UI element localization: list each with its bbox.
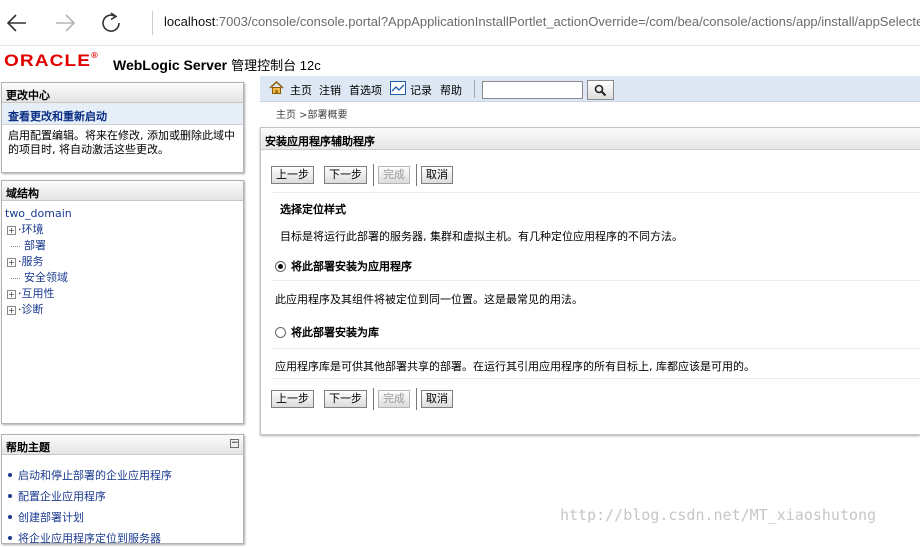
radio-unselected[interactable] xyxy=(275,327,286,338)
change-center-text: 启用配置编辑。将来在修改, 添加或删除此域中的项目时, 将自动激活这些更改。 xyxy=(8,129,235,156)
search-button[interactable] xyxy=(587,80,614,100)
divider xyxy=(271,280,920,281)
assistant-title: 安装应用程序辅助程序 xyxy=(261,128,920,150)
preferences-link[interactable]: 首选项 xyxy=(349,82,382,98)
button-divider xyxy=(373,388,374,410)
back-button[interactable] xyxy=(4,10,30,36)
button-divider xyxy=(416,164,417,186)
tree-item-diagnostics[interactable]: + · 诊断 xyxy=(5,302,243,318)
breadcrumb[interactable]: 主页 >部署概要 xyxy=(276,106,348,121)
tree-item-environment[interactable]: + · 环境 xyxy=(5,222,243,238)
console-toolbar: 主页 注销 首选项 记录 帮助 xyxy=(260,76,920,102)
tree-item-security-realms[interactable]: 安全领域 xyxy=(5,270,243,286)
section-description: 目标是将运行此部署的服务器, 集群和虚拟主机。有几种定位应用程序的不同方法。 xyxy=(280,230,683,243)
console-header: ORACLE® WebLogic Server 管理控制台 12c xyxy=(0,47,920,75)
expand-icon[interactable]: + xyxy=(7,225,16,235)
tree-item-deployments[interactable]: 部署 xyxy=(5,238,243,254)
help-topic-item[interactable]: 创建部署计划 xyxy=(8,506,243,527)
divider xyxy=(271,348,920,349)
collapse-icon[interactable]: − xyxy=(230,439,239,448)
button-divider xyxy=(373,164,374,186)
bottom-button-bar: 上一步 下一步 完成 取消 xyxy=(271,388,463,410)
home-icon[interactable] xyxy=(269,80,284,95)
expand-icon[interactable]: + xyxy=(7,289,16,299)
product-title: WebLogic Server 管理控制台 12c xyxy=(113,57,321,73)
forward-button[interactable] xyxy=(52,10,78,36)
help-link[interactable]: 帮助 xyxy=(440,82,462,98)
install-as-application-option[interactable]: 将此部署安装为应用程序 xyxy=(275,258,412,274)
help-topic-item[interactable]: 将企业应用程序定位到服务器 xyxy=(8,527,243,548)
tree-root-domain[interactable]: two_domain xyxy=(5,206,72,222)
toolbar-divider xyxy=(474,80,475,98)
record-icon[interactable] xyxy=(390,81,406,95)
browser-toolbar: localhost:7003/console/console.portal?Ap… xyxy=(0,0,920,46)
button-divider xyxy=(416,388,417,410)
tree-connector xyxy=(11,245,20,247)
help-topics-list: 启动和停止部署的企业应用程序 配置企业应用程序 创建部署计划 将企业应用程序定位… xyxy=(2,455,243,548)
logout-link[interactable]: 注销 xyxy=(319,82,341,98)
back-arrow-icon xyxy=(6,14,26,32)
domain-tree: two_domain + · 环境 部署 + · 服务 安全领域 + · 互用性 + · 诊断 xyxy=(2,201,243,318)
forward-arrow-icon xyxy=(56,14,76,32)
change-center-panel: 更改中心 查看更改和重新启动 启用配置编辑。将来在修改, 添加或删除此域中的项目… xyxy=(1,82,244,173)
help-topic-item[interactable]: 启动和停止部署的企业应用程序 xyxy=(8,464,243,485)
install-as-library-option[interactable]: 将此部署安装为库 xyxy=(275,324,379,340)
tree-item-interoperability[interactable]: + · 互用性 xyxy=(5,286,243,302)
refresh-icon xyxy=(102,12,120,32)
change-center-title: 更改中心 xyxy=(2,83,243,103)
oracle-logo: ORACLE® xyxy=(4,51,98,70)
search-input[interactable] xyxy=(482,81,583,99)
back-step-button[interactable]: 上一步 xyxy=(271,166,314,184)
cancel-button[interactable]: 取消 xyxy=(421,390,453,408)
address-bar[interactable]: localhost:7003/console/console.portal?Ap… xyxy=(164,14,920,29)
install-as-application-description: 此应用程序及其组件将被定位到同一位置。这是最常见的用法。 xyxy=(275,293,583,306)
watermark: http://blog.csdn.net/MT_xiaoshutong xyxy=(560,506,877,524)
tree-item-services[interactable]: + · 服务 xyxy=(5,254,243,270)
domain-structure-title: 域结构 xyxy=(2,181,243,201)
expand-icon[interactable]: + xyxy=(7,305,16,315)
help-topic-item[interactable]: 配置企业应用程序 xyxy=(8,485,243,506)
url-path: :7003/console/console.portal?AppApplicat… xyxy=(215,14,920,29)
home-link[interactable]: 主页 xyxy=(290,82,312,98)
top-button-bar: 上一步 下一步 完成 取消 xyxy=(271,164,463,186)
install-as-library-description: 应用程序库是可供其他部署共享的部署。在运行其引用应用程序的所有目标上, 库都应该… xyxy=(275,360,755,373)
domain-structure-panel: 域结构 two_domain + · 环境 部署 + · 服务 安全领域 + · 互用性 +… xyxy=(1,180,244,424)
radio-selected[interactable] xyxy=(275,261,286,272)
back-step-button[interactable]: 上一步 xyxy=(271,390,314,408)
search-icon xyxy=(594,84,607,96)
record-link[interactable]: 记录 xyxy=(410,82,432,98)
nav-divider xyxy=(152,11,153,35)
tree-connector xyxy=(11,277,20,279)
section-title: 选择定位样式 xyxy=(280,203,346,216)
refresh-button[interactable] xyxy=(98,10,124,36)
help-topics-title: 帮助主题 − xyxy=(2,435,243,455)
divider xyxy=(271,378,920,379)
install-assistant-panel: 安装应用程序辅助程序 上一步 下一步 完成 取消 选择定位样式 目标是将运行此部… xyxy=(260,127,920,435)
finish-button[interactable]: 完成 xyxy=(378,390,410,408)
view-changes-link[interactable]: 查看更改和重新启动 xyxy=(2,103,243,125)
next-step-button[interactable]: 下一步 xyxy=(324,166,367,184)
next-step-button[interactable]: 下一步 xyxy=(324,390,367,408)
cancel-button[interactable]: 取消 xyxy=(421,166,453,184)
url-host: localhost xyxy=(164,14,216,29)
help-topics-panel: 帮助主题 − 启动和停止部署的企业应用程序 配置企业应用程序 创建部署计划 将企业… xyxy=(1,434,244,545)
divider xyxy=(271,192,920,193)
finish-button[interactable]: 完成 xyxy=(378,166,410,184)
expand-icon[interactable]: + xyxy=(7,257,16,267)
